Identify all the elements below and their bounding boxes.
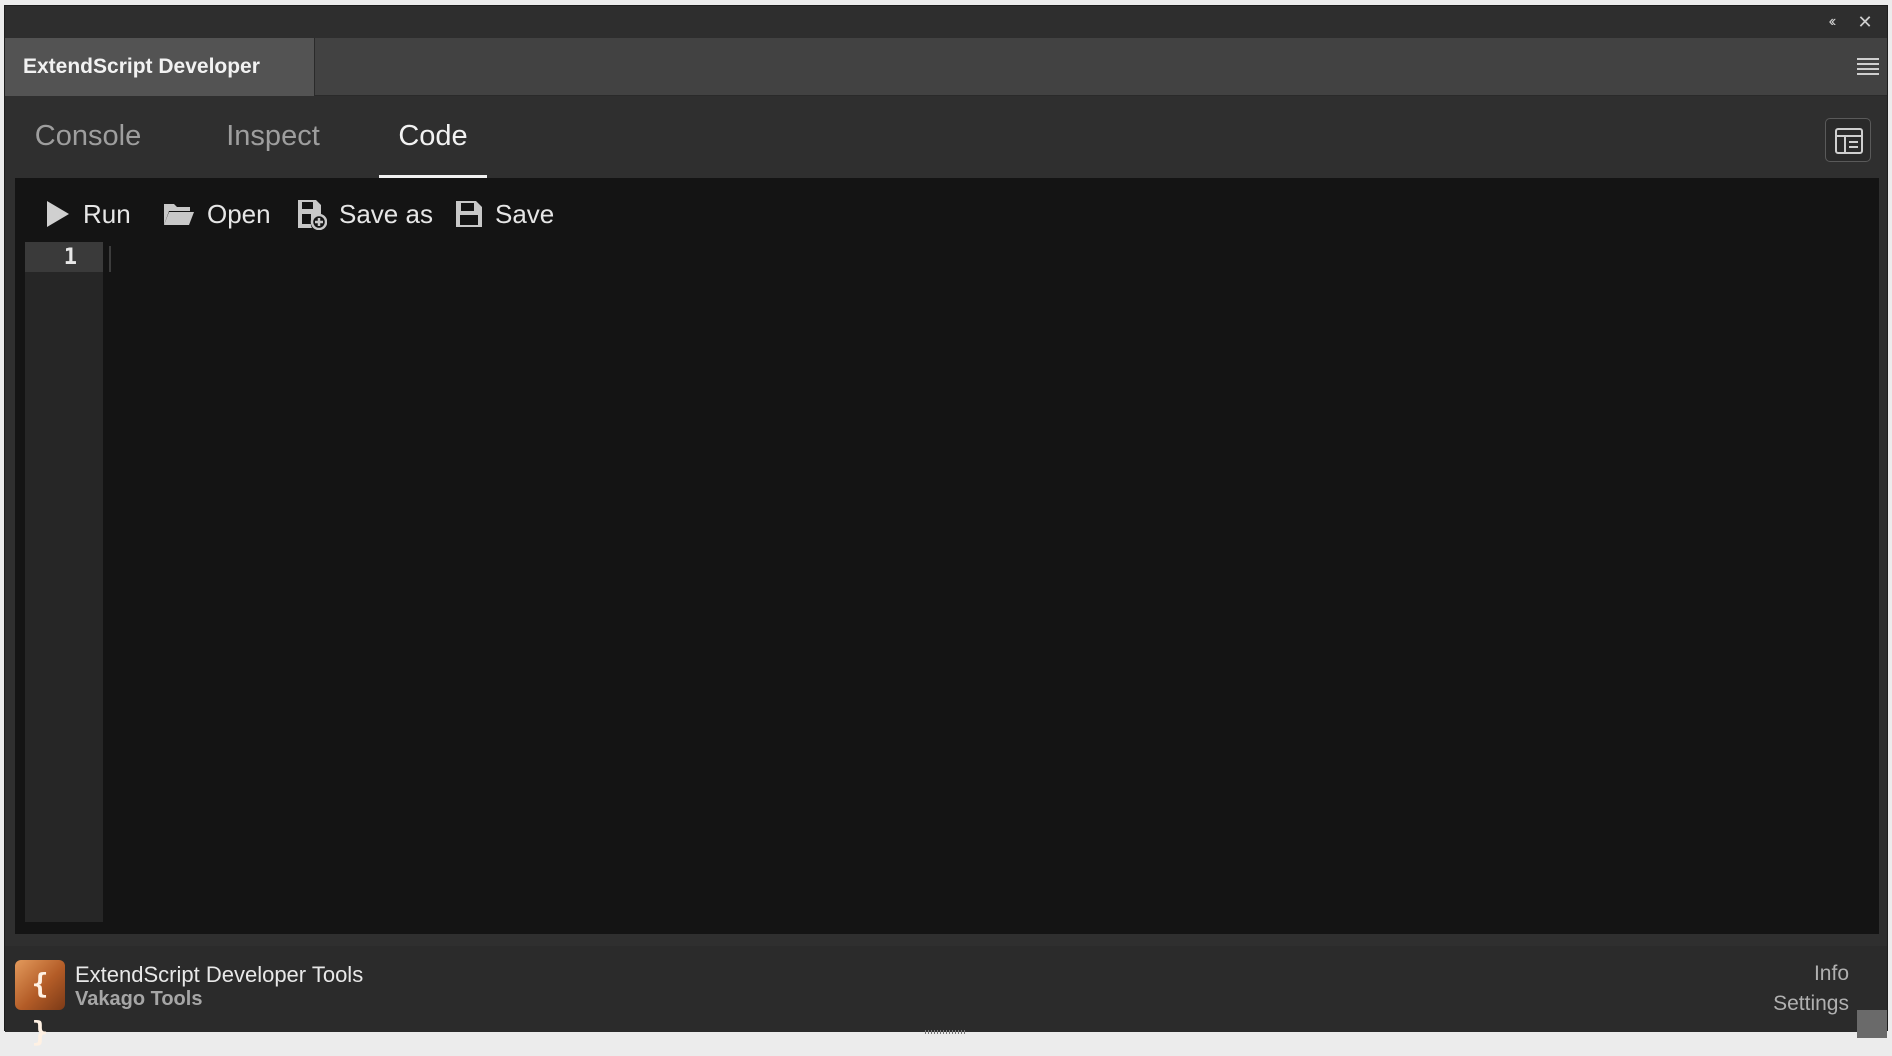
footer-vendor: Vakago Tools [75,988,203,1010]
layout-icon [1835,128,1863,154]
line-number-gutter: 1 [25,242,103,922]
play-icon [47,201,69,227]
code-text-area[interactable] [103,242,1869,922]
info-link[interactable]: Info [1814,962,1849,986]
code-editor: Run Open Save as Save 1 [15,178,1879,934]
close-icon[interactable]: ✕ [1853,10,1877,34]
main-area: Console Inspect Code Run Open Save as Sa… [5,96,1887,946]
folder-open-icon [164,204,194,225]
tab-inspect[interactable]: Inspect [211,96,335,178]
run-button[interactable]: Run [45,196,131,232]
line-number: 1 [63,245,77,270]
hamburger-menu-icon[interactable] [1857,58,1879,76]
text-cursor [109,246,111,272]
tab-console[interactable]: Console [27,96,149,178]
panel-footer: { } ExtendScript Developer Tools Vakago … [5,946,1887,1048]
window-title-strip: ‹‹ ✕ [5,6,1887,38]
open-label: Open [207,198,271,229]
save-as-icon [298,200,327,230]
editor-toolbar: Run Open Save as Save [15,178,1879,250]
braces-logo-icon: { } [15,960,65,1048]
collapse-panel-icon[interactable]: ‹‹ [1819,10,1843,34]
tab-bar: Console Inspect Code [5,96,1887,178]
open-button[interactable]: Open [163,196,271,232]
drag-handle[interactable] [925,1030,965,1034]
tab-code[interactable]: Code [379,96,487,178]
layout-toggle-button[interactable] [1825,118,1871,162]
save-as-label: Save as [339,198,433,229]
save-as-button[interactable]: Save as [297,196,433,232]
panel-title-tab[interactable]: ExtendScript Developer Tools [5,38,315,136]
run-label: Run [83,198,131,229]
panel-tab-bar: ExtendScript Developer Tools [5,38,1887,136]
save-button[interactable]: Save [455,196,554,232]
save-label: Save [495,198,555,229]
footer-title: ExtendScript Developer Tools [75,962,364,987]
resize-grip[interactable] [1857,1010,1887,1038]
settings-link[interactable]: Settings [1773,992,1849,1016]
floppy-disk-icon [456,201,482,227]
extension-panel: ‹‹ ✕ ExtendScript Developer Tools Consol… [4,5,1888,1048]
active-line-highlight: 1 [25,242,103,272]
